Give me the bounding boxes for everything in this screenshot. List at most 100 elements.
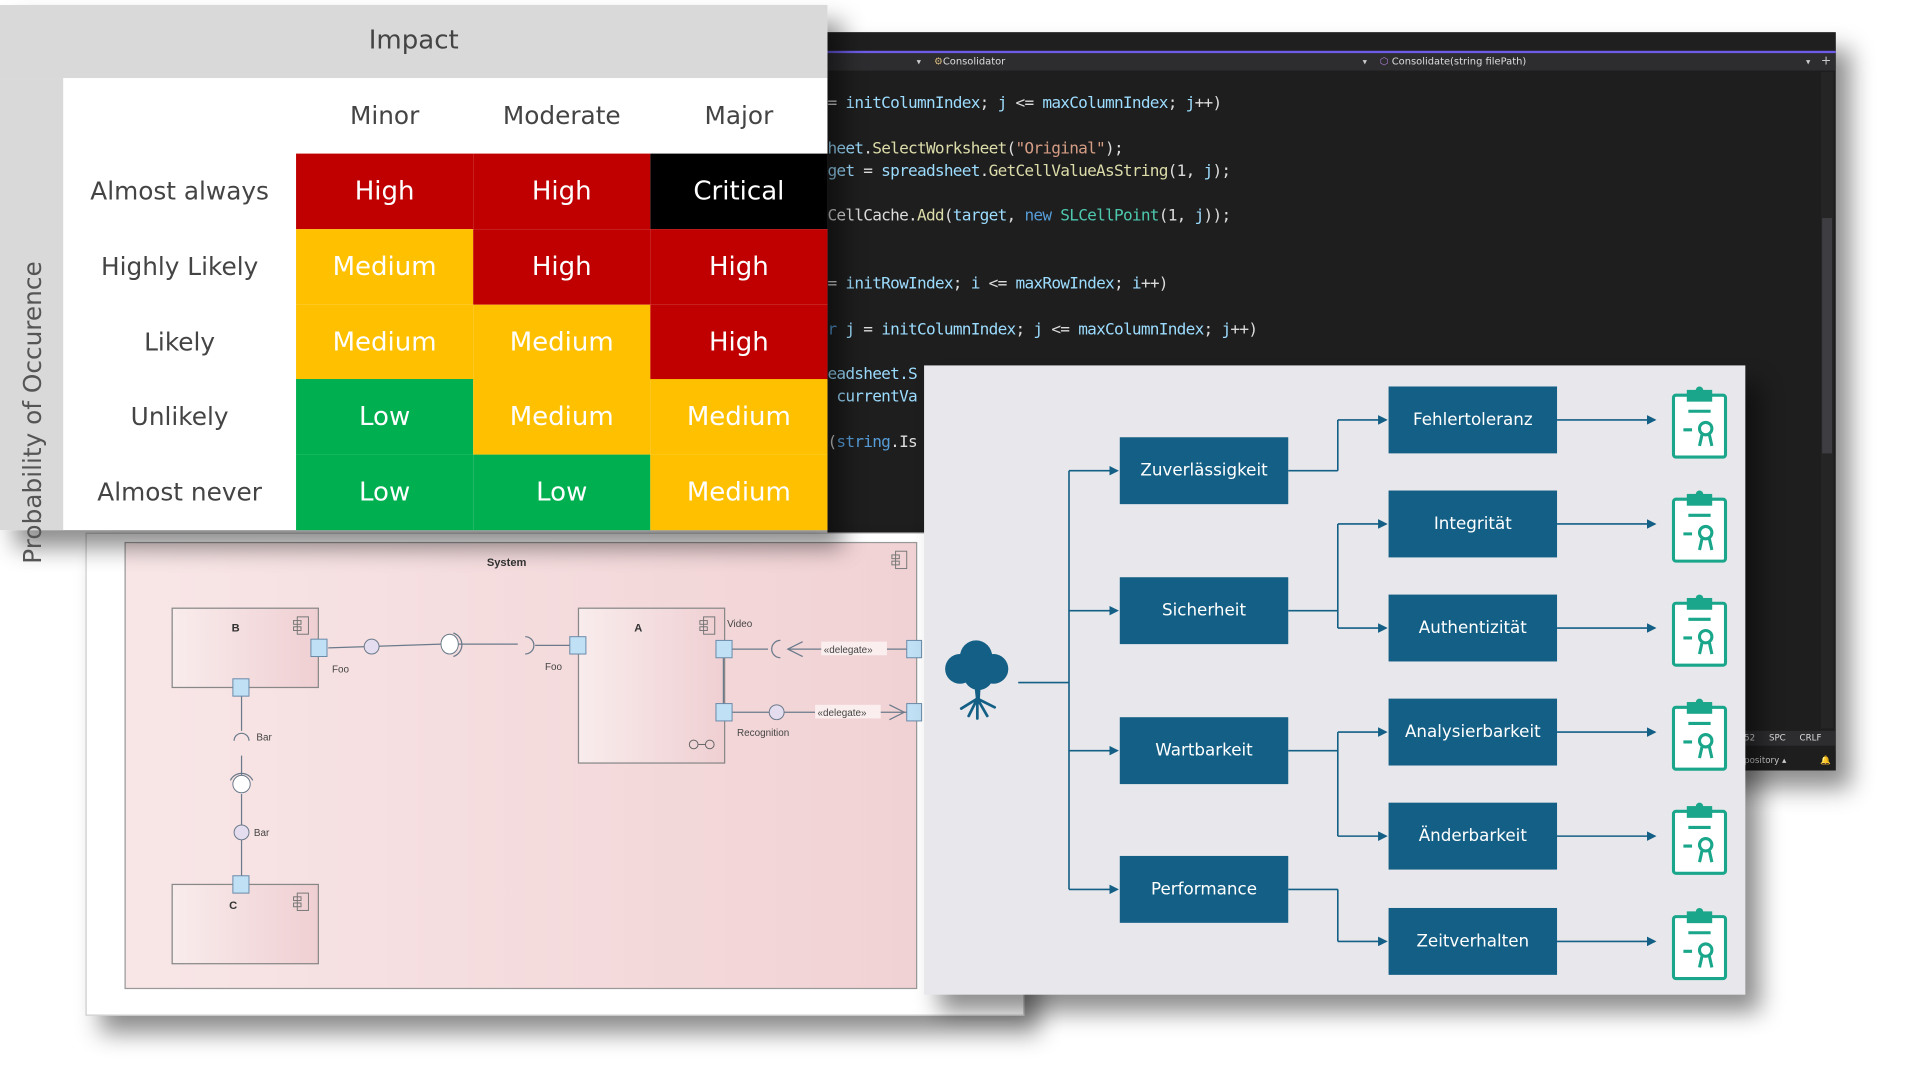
code-token: currentVa bbox=[827, 387, 917, 407]
chevron-down-icon[interactable]: ▾ bbox=[1363, 53, 1367, 70]
code-token: new bbox=[1024, 206, 1061, 226]
code-line: get = spreadsheet.GetCellValueAsString(1… bbox=[827, 162, 1231, 181]
code-token: heet bbox=[827, 139, 864, 159]
certificate-clipboard-icon bbox=[1671, 386, 1728, 459]
impact-header: Impact bbox=[0, 4, 828, 79]
code-token: initColumnIndex bbox=[845, 94, 980, 113]
chevron-down-icon[interactable]: ▾ bbox=[1806, 53, 1810, 70]
certificate-clipboard-icon bbox=[1671, 698, 1728, 771]
code-token: SLCellPoint bbox=[1060, 206, 1159, 226]
component-a-label: A bbox=[634, 623, 642, 635]
indent-indicator[interactable]: SPC bbox=[1769, 733, 1786, 743]
risk-cell: Low bbox=[296, 454, 474, 531]
navigation-bar: ▾ ⚙Consolidator ▾ ⬡ Consolidate(string f… bbox=[827, 53, 1836, 71]
split-icon[interactable]: + bbox=[1821, 53, 1831, 70]
risk-cell: High bbox=[650, 304, 828, 380]
port-label-recognition: Recognition bbox=[737, 728, 789, 739]
risk-cell: High bbox=[473, 228, 651, 305]
interface-label-bar: Bar bbox=[256, 733, 272, 744]
code-token: (1, bbox=[1167, 162, 1204, 181]
code-token: GetCellValueAsString bbox=[988, 162, 1169, 181]
method-name: Consolidate(string filePath) bbox=[1391, 55, 1527, 67]
quality-attribute-box[interactable]: Analysierbarkeit bbox=[1388, 698, 1558, 766]
quality-attribute-box[interactable]: Authentizität bbox=[1388, 594, 1558, 662]
repository-button[interactable]: pository bbox=[1744, 756, 1779, 766]
column-indicator[interactable]: 52 bbox=[1744, 733, 1755, 743]
probability-label: Probability of Occurence bbox=[17, 261, 48, 564]
source-control-bar: pository ▴ 🔔 bbox=[1744, 750, 1836, 771]
code-line: = initRowIndex; i <= maxRowIndex; i++) bbox=[827, 274, 1168, 294]
code-token: eadsheet.S bbox=[827, 365, 917, 384]
class-dropdown[interactable]: ⚙Consolidator bbox=[934, 53, 1005, 70]
certificate-clipboard-icon bbox=[1671, 490, 1728, 563]
method-dropdown[interactable]: ⬡ Consolidate(string filePath) bbox=[1380, 53, 1526, 70]
code-token: ( bbox=[827, 433, 837, 453]
notification-icon[interactable]: 🔔 bbox=[1820, 751, 1831, 771]
code-token: CellCache bbox=[827, 206, 909, 226]
risk-cell: Low bbox=[296, 379, 474, 456]
code-token: = bbox=[827, 94, 846, 113]
risk-cell: Critical bbox=[650, 153, 828, 230]
quality-tree-diagram: Zuverlässigkeit Sicherheit Wartbarkeit Perf… bbox=[924, 365, 1746, 995]
quality-category-box[interactable]: Wartbarkeit bbox=[1119, 717, 1289, 785]
method-icon: ⬡ bbox=[1379, 55, 1389, 67]
code-token: <= bbox=[979, 274, 1016, 294]
code-token: SelectWorksheet bbox=[872, 139, 1007, 159]
certificate-clipboard-icon bbox=[1671, 802, 1728, 875]
code-token: j bbox=[845, 320, 855, 340]
quality-category-box[interactable]: Performance bbox=[1119, 855, 1289, 923]
risk-cell: High bbox=[473, 153, 651, 230]
code-token: = bbox=[854, 320, 882, 340]
code-token: maxColumnIndex bbox=[1078, 320, 1204, 340]
risk-cell: Medium bbox=[296, 228, 474, 305]
code-line: (string.Is bbox=[827, 434, 917, 453]
delegate-label: «delegate» bbox=[818, 708, 867, 719]
code-token: ; bbox=[1113, 274, 1132, 294]
code-token: <= bbox=[1042, 320, 1079, 340]
component-a[interactable]: A bbox=[577, 607, 726, 764]
uml-component-diagram: System B A C Foo Foo Video Recognition B… bbox=[85, 532, 1025, 1016]
system-label: System bbox=[487, 557, 527, 569]
class-icon: ⚙ bbox=[933, 55, 943, 67]
code-token: . bbox=[863, 139, 873, 159]
certificate-clipboard-icon bbox=[1671, 907, 1728, 981]
row-header: Highly Likely bbox=[100, 251, 259, 281]
row-header: Likely bbox=[144, 326, 216, 357]
code-token: ; bbox=[1167, 94, 1186, 113]
line-ending-indicator[interactable]: CRLF bbox=[1800, 733, 1822, 743]
quality-category-box[interactable]: Sicherheit bbox=[1119, 577, 1289, 645]
quality-attribute-box[interactable]: Fehlertoleranz bbox=[1388, 386, 1558, 454]
delegate-label: «delegate» bbox=[824, 645, 873, 656]
quality-attribute-box[interactable]: Integrität bbox=[1388, 490, 1558, 558]
certificate-clipboard-icon bbox=[1671, 594, 1728, 667]
code-line: currentVa bbox=[827, 388, 917, 407]
chevron-down-icon[interactable]: ▾ bbox=[917, 53, 921, 70]
code-token: = bbox=[827, 274, 846, 294]
code-token: i bbox=[970, 274, 981, 294]
risk-cell: Medium bbox=[473, 304, 651, 380]
code-token: ( bbox=[1006, 139, 1017, 159]
code-token: (1, bbox=[1158, 206, 1195, 226]
quality-attribute-box[interactable]: Zeitverhalten bbox=[1388, 907, 1558, 975]
quality-attribute-box[interactable]: Änderbarkeit bbox=[1388, 802, 1558, 870]
interface-label-bar: Bar bbox=[254, 828, 270, 839]
code-token: j bbox=[1194, 206, 1205, 226]
code-token: . bbox=[979, 162, 990, 181]
code-token: .Is bbox=[890, 433, 918, 453]
column-header: Minor bbox=[349, 100, 420, 131]
code-token: ); bbox=[1105, 139, 1124, 159]
component-c[interactable]: C bbox=[171, 883, 319, 965]
code-token: string bbox=[836, 433, 891, 453]
code-line: heet.SelectWorksheet("Original"); bbox=[827, 139, 1124, 159]
code-token: , bbox=[1006, 206, 1025, 226]
code-token: )); bbox=[1203, 206, 1232, 226]
code-line: r j = initColumnIndex; j <= maxColumnInd… bbox=[827, 320, 1258, 340]
code-token: ; bbox=[1203, 320, 1222, 340]
code-line: CellCache.Add(target, new SLCellPoint(1,… bbox=[827, 206, 1232, 226]
code-token: initRowIndex bbox=[845, 274, 953, 294]
quality-category-box[interactable]: Zuverlässigkeit bbox=[1119, 437, 1289, 505]
scrollbar-thumb[interactable] bbox=[1822, 218, 1833, 454]
code-token: ++) bbox=[1230, 320, 1258, 340]
component-b[interactable]: B bbox=[171, 607, 319, 689]
code-token: maxRowIndex bbox=[1015, 274, 1115, 294]
